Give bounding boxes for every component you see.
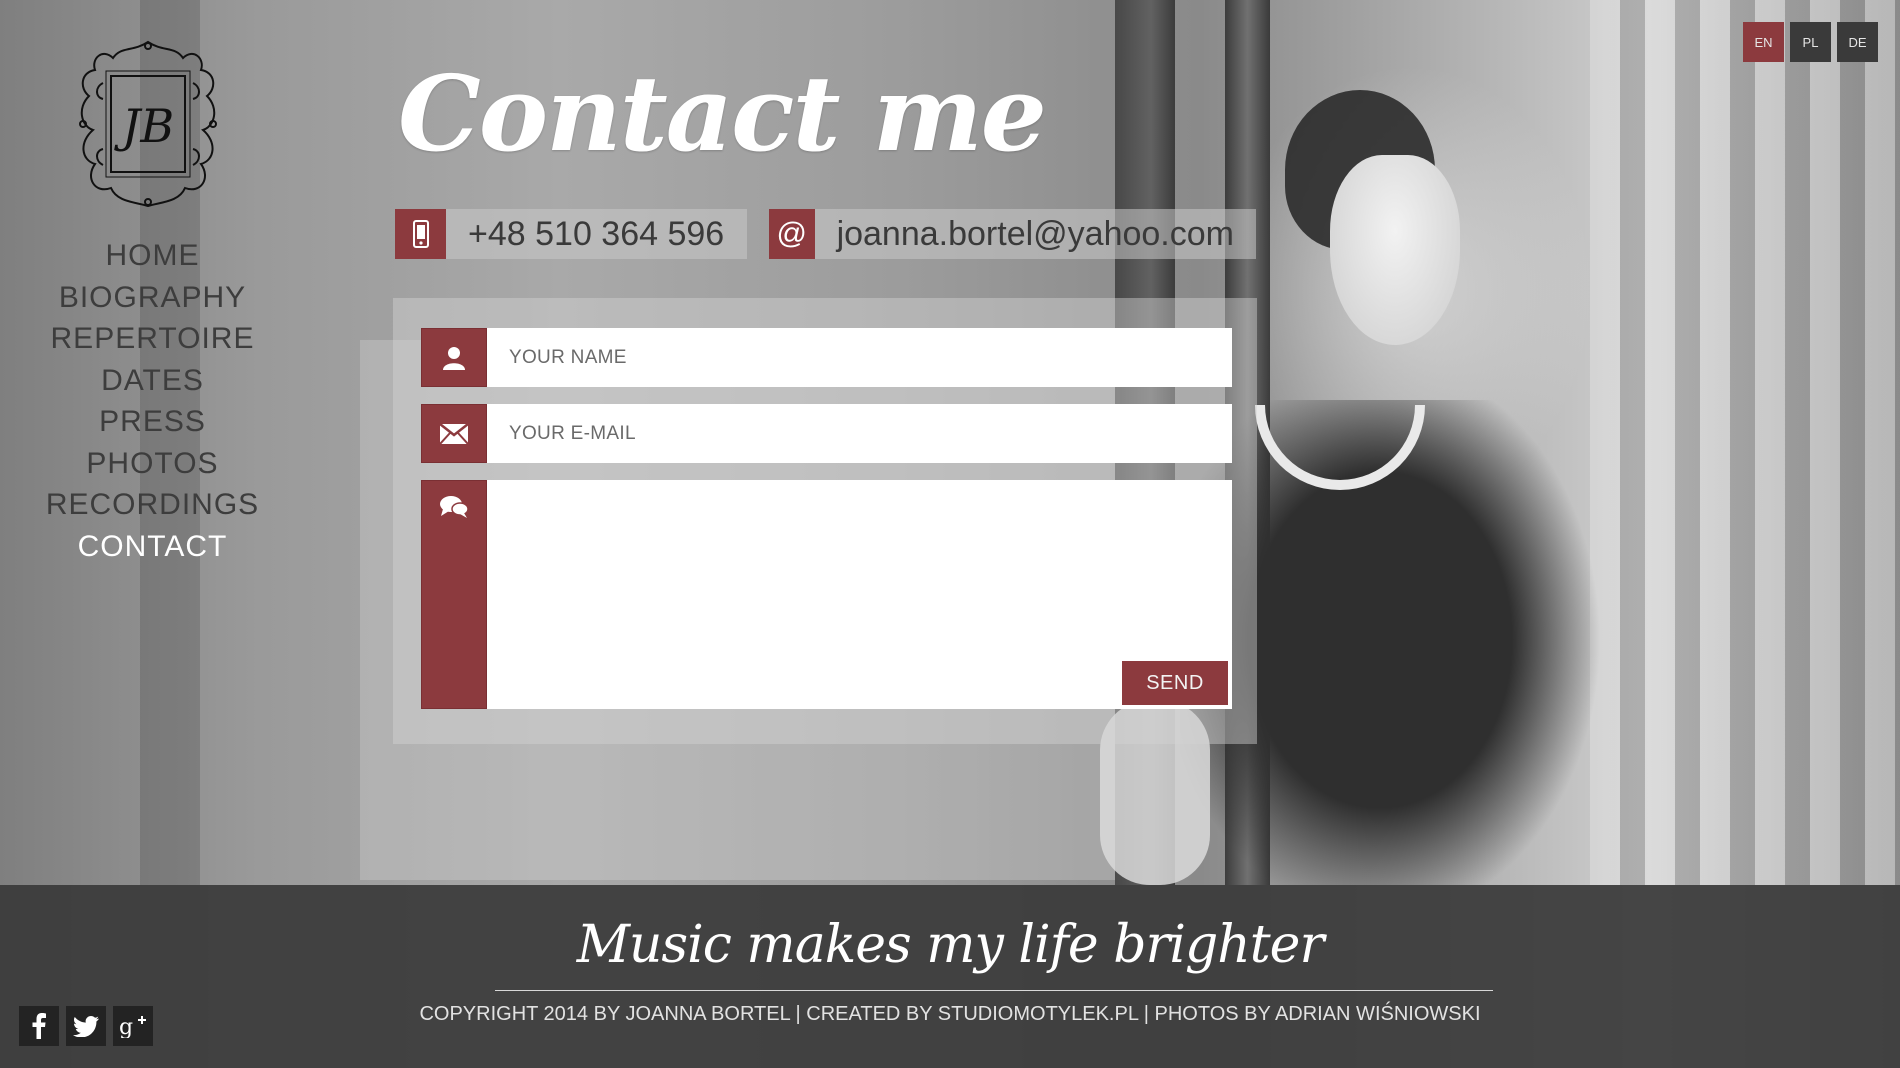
facebook-icon[interactable] (19, 1006, 59, 1046)
name-input[interactable] (487, 328, 1232, 387)
email-address[interactable]: joanna.bortel@yahoo.com (815, 215, 1256, 254)
lang-pl-button[interactable]: PL (1790, 22, 1831, 62)
nav-item-repertoire[interactable]: REPERTOIRE (30, 318, 275, 360)
copyright-text: COPYRIGHT 2014 BY JOANNA BORTEL | CREATE… (419, 1003, 1481, 1025)
monogram-logo[interactable]: JB (73, 38, 223, 210)
footer-divider (495, 990, 1493, 991)
email-field-group (421, 404, 1232, 463)
nav-item-recordings[interactable]: RECORDINGS (30, 484, 275, 526)
social-links: g (19, 1006, 153, 1046)
nav-item-photos[interactable]: PHOTOS (30, 443, 275, 485)
nav-item-press[interactable]: PRESS (30, 401, 275, 443)
ornament-frame-icon: JB (79, 40, 217, 208)
language-switcher: EN PL DE (1743, 22, 1878, 62)
nav-item-home[interactable]: HOME (30, 235, 275, 277)
user-icon (421, 328, 487, 387)
at-sign-icon: @ (769, 209, 815, 259)
page-title: Contact me (398, 52, 1047, 175)
lang-de-button[interactable]: DE (1837, 22, 1878, 62)
footer: Music makes my life brighter COPYRIGHT 2… (0, 885, 1900, 1068)
bg-building (1590, 0, 1900, 885)
twitter-icon[interactable] (66, 1006, 106, 1046)
logo-monogram-text: JB (114, 99, 174, 153)
bg-person-face (1330, 155, 1460, 345)
envelope-icon (421, 404, 487, 463)
contact-form: SEND (393, 298, 1257, 744)
nav-item-contact[interactable]: CONTACT (30, 526, 275, 568)
mobile-phone-icon (395, 209, 446, 259)
speech-bubbles-icon (421, 480, 487, 709)
footer-slogan: Music makes my life brighter (576, 915, 1325, 975)
name-field-group (421, 328, 1232, 387)
nav-item-biography[interactable]: BIOGRAPHY (30, 277, 275, 319)
google-plus-icon[interactable]: g (113, 1006, 153, 1046)
email-input[interactable] (487, 404, 1232, 463)
send-button[interactable]: SEND (1122, 661, 1228, 705)
email-info: @ joanna.bortel@yahoo.com (769, 209, 1256, 259)
message-textarea[interactable] (487, 480, 1232, 709)
main-nav: HOME BIOGRAPHY REPERTOIRE DATES PRESS PH… (30, 235, 275, 567)
lang-en-button[interactable]: EN (1743, 22, 1784, 62)
nav-item-dates[interactable]: DATES (30, 360, 275, 402)
message-field-group: SEND (421, 480, 1232, 709)
svg-text:g: g (119, 1015, 133, 1038)
phone-number: +48 510 364 596 (468, 214, 725, 253)
phone-info: +48 510 364 596 (395, 209, 747, 259)
